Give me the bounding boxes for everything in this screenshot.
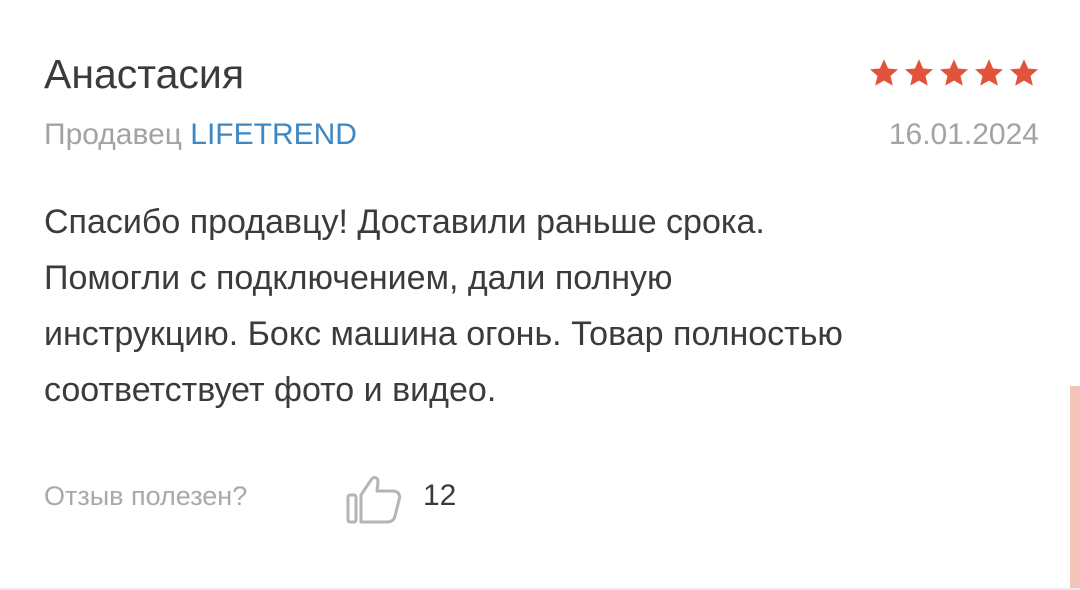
star-icon (905, 59, 933, 86)
like-count: 12 (423, 479, 457, 512)
star-icon (940, 59, 968, 86)
thumbs-up-icon (346, 476, 402, 524)
star-icon (1010, 59, 1038, 86)
scrollbar[interactable] (1070, 386, 1080, 590)
review-text-line: соответствует фото и видео. (44, 371, 497, 409)
seller-info: Продавец LIFETREND (44, 116, 357, 154)
review-text-line: инструкцию. Бокс машина огонь. Товар пол… (44, 315, 843, 353)
seller-link[interactable]: LIFETREND (190, 118, 357, 151)
review-text-line: Помогли с подключением, дали полную (44, 259, 673, 297)
like-button[interactable] (344, 468, 404, 528)
review-card: Анастасия Продавец LIFETREND 16.01.2024 … (0, 0, 1080, 590)
review-text: Спасибо продавцу! Доставили раньше срока… (44, 194, 1044, 418)
seller-label: Продавец (44, 118, 182, 151)
review-text-line: Спасибо продавцу! Доставили раньше срока… (44, 203, 765, 241)
star-icon (870, 59, 898, 86)
star-rating (868, 57, 1040, 91)
helpful-question: Отзыв полезен? (44, 481, 248, 511)
review-author: Анастасия (44, 51, 245, 97)
star-icon (975, 59, 1003, 86)
review-date: 16.01.2024 (888, 118, 1039, 151)
